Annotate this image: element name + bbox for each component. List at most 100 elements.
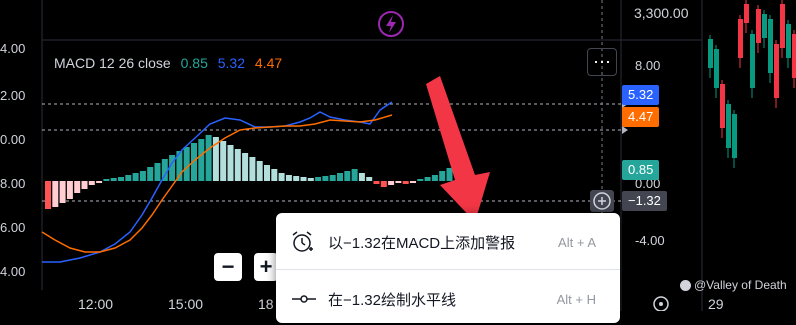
time-label: 12:00 (78, 296, 114, 312)
signal-marker-icon (622, 126, 628, 134)
histogram-bar (431, 175, 438, 181)
candle-body (756, 9, 761, 43)
zoom-in-button[interactable]: + (254, 253, 278, 281)
histogram-bar (410, 181, 416, 183)
histogram-bar (118, 177, 124, 181)
histogram-bar (183, 147, 190, 181)
histogram-bar (322, 176, 329, 181)
candle-body (732, 114, 737, 158)
menu-divider (276, 269, 620, 270)
candle-body (762, 14, 767, 38)
profile-icon (680, 280, 691, 292)
histogram-bar (366, 177, 373, 181)
horizontal-line-icon (292, 295, 316, 303)
histogram-bar (249, 157, 256, 181)
histogram (45, 135, 453, 209)
histogram-bar (337, 173, 343, 181)
macd-value: 5.32 (217, 55, 245, 71)
axis-label-upper: 8.00 (635, 58, 661, 73)
histogram-bar (446, 168, 453, 181)
histogram-bar (373, 181, 380, 184)
histogram-bar (395, 181, 402, 183)
candles (708, 0, 796, 168)
histogram-bar (424, 177, 431, 181)
histogram-bar (344, 171, 351, 181)
candle-body (750, 34, 755, 88)
histogram-bar (132, 173, 139, 181)
histogram-bar (380, 181, 387, 187)
histogram-bar (45, 181, 51, 209)
histogram-bar (402, 181, 409, 184)
histogram-bar (271, 169, 278, 181)
histogram-bar (358, 173, 365, 181)
histogram-bar (307, 178, 314, 181)
histogram-bar (220, 141, 227, 181)
histogram-bar (59, 181, 66, 203)
draw-line-shortcut: Alt + H (556, 291, 596, 307)
indicator-legend[interactable]: MACD 12 26 close 0.85 5.32 4.47 (54, 55, 288, 71)
candle-body (744, 4, 749, 23)
histogram-bar (169, 155, 176, 181)
candle-body (738, 19, 743, 58)
watermark-text: @Valley of Death (694, 278, 787, 292)
time-label: 15:00 (168, 296, 204, 312)
hist-value: 0.85 (180, 55, 208, 71)
histogram-bar (139, 171, 146, 181)
histogram-bar (293, 176, 300, 181)
histogram-bar (125, 175, 132, 181)
histogram-bar (439, 171, 446, 181)
lightning-icon (378, 11, 404, 37)
histogram-bar (264, 165, 270, 181)
candle-body (726, 104, 731, 148)
signal-badge: 4.47 (622, 107, 660, 127)
alarm-clock-icon (292, 231, 313, 252)
indicator-name: MACD 12 26 close (54, 55, 171, 71)
histogram-bar (300, 177, 307, 181)
histogram-bar (198, 139, 205, 181)
histogram-bar (96, 181, 103, 183)
cursor-price-badge: −1.32 (622, 191, 667, 211)
context-menu: 以−1.32在MACD上添加警报 Alt + A 在−1.32绘制水平线 Alt… (276, 213, 620, 323)
candle-body (786, 24, 791, 58)
histogram-bar (329, 175, 336, 181)
draw-horizontal-line-menu-item[interactable]: 在−1.32绘制水平线 Alt + H (276, 273, 620, 325)
histogram-bar (103, 179, 110, 181)
candle-body (792, 34, 796, 78)
add-alert-shortcut: Alt + A (558, 234, 596, 250)
histogram-bar (154, 163, 161, 181)
histogram-bar (52, 181, 59, 207)
zoom-out-button[interactable]: − (214, 253, 242, 281)
histogram-bar (74, 181, 81, 193)
histogram-bar (205, 135, 212, 181)
candle-body (720, 84, 725, 128)
signal-value: 4.47 (254, 55, 283, 71)
candle-body (768, 19, 773, 73)
histogram-bar (285, 175, 292, 181)
histogram-bar (315, 177, 322, 181)
watermark: @Valley of Death (680, 278, 787, 292)
histogram-bar (227, 145, 234, 181)
axis-label-lower: -4.00 (635, 233, 665, 248)
gear-icon-center (659, 302, 663, 306)
histogram-bar (388, 181, 395, 185)
annotation-arrow (426, 76, 490, 222)
histogram-bar (417, 179, 424, 181)
candle-body (780, 4, 785, 48)
histogram-bar (256, 161, 263, 181)
candle-body (774, 44, 779, 98)
draw-line-label: 在−1.32绘制水平线 (328, 291, 456, 309)
more-options-button[interactable]: ⋯ (587, 48, 617, 76)
candle-body (708, 39, 713, 68)
time-label: 18 (258, 296, 274, 312)
histogram-bar (66, 181, 73, 199)
hist-badge: 0.85 (622, 160, 660, 180)
histogram-bar (278, 173, 285, 181)
time-label: 29 (708, 296, 724, 312)
add-alert-menu-item[interactable]: 以−1.32在MACD上添加警报 Alt + A (276, 216, 620, 268)
histogram-bar (234, 149, 241, 181)
histogram-bar (351, 169, 358, 181)
add-alert-label: 以−1.32在MACD上添加警报 (328, 234, 516, 252)
histogram-bar (81, 181, 88, 189)
macd-badge: 5.32 (622, 85, 660, 105)
histogram-bar (88, 181, 95, 185)
